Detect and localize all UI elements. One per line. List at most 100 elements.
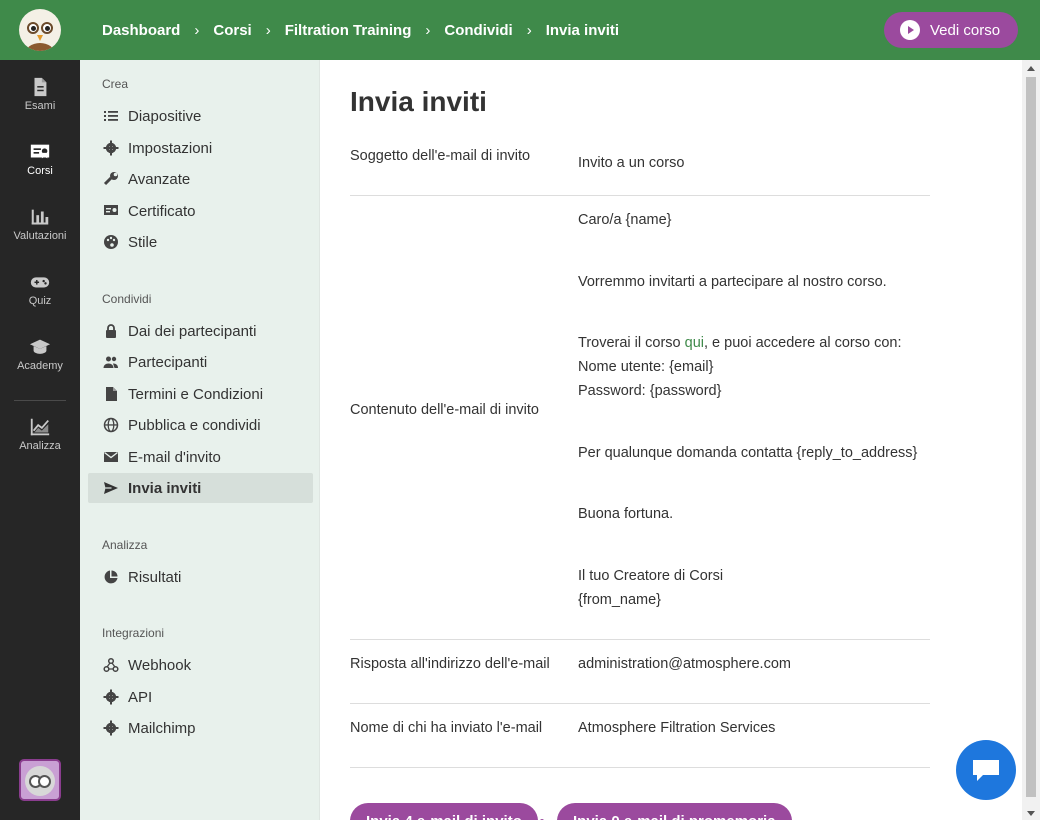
nav-label: E-mail d'invito xyxy=(128,448,221,466)
nav-label: Diapositive xyxy=(128,107,202,125)
nav-label: Risultati xyxy=(128,568,182,586)
owl-logo xyxy=(19,9,61,51)
section-title-crea: Crea xyxy=(102,77,129,91)
nav-item-invia-inviti[interactable]: Invia inviti xyxy=(88,473,313,503)
user-avatar[interactable] xyxy=(19,759,61,801)
chat-bubble-icon xyxy=(973,760,999,781)
certificate-icon xyxy=(104,205,118,215)
mail-icon xyxy=(104,451,118,462)
document-icon xyxy=(34,77,47,97)
breadcrumb: Dashboard › Corsi › Filtration Training … xyxy=(102,0,619,60)
nav-item-dai-partecipanti[interactable]: Dai dei partecipanti xyxy=(88,316,313,346)
nav-item-risultati[interactable]: Risultati xyxy=(88,562,313,592)
rail-item-academy[interactable]: Academy xyxy=(0,336,80,372)
bar-chart-icon xyxy=(31,209,49,225)
send-invites-button[interactable]: Invia 4 e-mail di invito xyxy=(350,803,538,820)
gear-icon xyxy=(103,720,119,736)
sender-value[interactable]: Atmosphere Filtration Services xyxy=(578,716,775,740)
section-title-integrazioni: Integrazioni xyxy=(102,626,165,640)
nav-item-partecipanti[interactable]: Partecipanti xyxy=(88,347,313,377)
divider xyxy=(350,639,930,640)
view-course-label: Vedi corso xyxy=(930,21,1001,39)
scrollbar-thumb[interactable] xyxy=(1026,77,1036,797)
rail-label: Analizza xyxy=(19,440,61,452)
main-content: Invia inviti Soggetto dell'e-mail di inv… xyxy=(320,60,1022,820)
scroll-down-arrow-icon[interactable] xyxy=(1027,811,1035,816)
gear-icon xyxy=(103,140,119,156)
content-questions: Per qualunque domanda contatta {reply_to… xyxy=(578,445,918,461)
divider xyxy=(350,767,930,768)
palette-icon xyxy=(104,235,118,249)
nav-label: Partecipanti xyxy=(128,353,208,371)
nav-item-certificato[interactable]: Certificato xyxy=(88,196,313,226)
subject-value[interactable]: Invito a un corso xyxy=(578,151,684,175)
content-find: Troverai il corso qui, e puoi accedere a… xyxy=(578,335,902,351)
content-greeting: Caro/a {name} xyxy=(578,212,672,228)
nav-label: Mailchimp xyxy=(128,719,196,737)
gamepad-icon xyxy=(30,277,50,288)
nav-item-stile[interactable]: Stile xyxy=(88,227,313,257)
top-bar: Dashboard › Corsi › Filtration Training … xyxy=(80,0,1040,60)
play-icon xyxy=(900,20,920,40)
scroll-up-arrow-icon[interactable] xyxy=(1027,66,1035,71)
logo-container[interactable] xyxy=(0,0,80,60)
chevron-right-icon: › xyxy=(526,21,532,39)
nav-item-webhook[interactable]: Webhook xyxy=(88,650,313,680)
rail-label: Esami xyxy=(24,100,56,112)
nav-item-email-invito[interactable]: E-mail d'invito xyxy=(88,442,313,472)
nav-label: Stile xyxy=(128,233,158,251)
rail-item-analizza[interactable]: Analizza xyxy=(0,416,80,452)
nav-item-termini[interactable]: Termini e Condizioni xyxy=(88,379,313,409)
rail-label: Corsi xyxy=(27,165,53,177)
people-icon xyxy=(103,356,118,368)
scrollbar[interactable] xyxy=(1022,60,1040,820)
nav-label: Dai dei partecipanti xyxy=(128,322,257,340)
chevron-right-icon: › xyxy=(425,21,431,39)
nav-item-api[interactable]: API xyxy=(88,682,313,712)
list-icon xyxy=(104,111,118,121)
breadcrumb-condividi[interactable]: Condividi xyxy=(444,22,512,39)
reply-value[interactable]: administration@atmosphere.com xyxy=(578,652,791,676)
file-icon xyxy=(106,387,117,401)
breadcrumb-course[interactable]: Filtration Training xyxy=(285,22,412,39)
rail-item-valutazioni[interactable]: Valutazioni xyxy=(0,206,80,242)
nav-label: Certificato xyxy=(128,202,196,220)
gear-icon xyxy=(103,689,119,705)
nav-item-diapositive[interactable]: Diapositive xyxy=(88,101,313,131)
graduation-cap-icon xyxy=(29,339,51,354)
sender-label: Nome di chi ha inviato l'e-mail xyxy=(350,720,543,736)
nav-item-mailchimp[interactable]: Mailchimp xyxy=(88,713,313,743)
lock-icon xyxy=(106,324,116,338)
pie-chart-icon xyxy=(104,570,118,584)
email-content[interactable]: Caro/a {name} Vorremmo invitarti a parte… xyxy=(578,208,917,612)
nav-item-pubblica[interactable]: Pubblica e condividi xyxy=(88,410,313,440)
subject-label: Soggetto dell'e-mail di invito xyxy=(350,148,531,164)
rail-label: Academy xyxy=(17,360,63,372)
page-title: Invia inviti xyxy=(350,86,487,117)
rail-item-quiz[interactable]: Quiz xyxy=(0,271,80,307)
line-chart-icon xyxy=(30,418,50,436)
course-link[interactable]: qui xyxy=(685,335,704,351)
section-title-analizza: Analizza xyxy=(102,538,148,552)
side-navigation: Crea Diapositive Impostazioni Avanzate C… xyxy=(80,60,320,820)
nav-item-impostazioni[interactable]: Impostazioni xyxy=(88,133,313,163)
view-course-button[interactable]: Vedi corso xyxy=(884,12,1018,48)
breadcrumb-current: Invia inviti xyxy=(545,21,620,39)
breadcrumb-dashboard[interactable]: Dashboard xyxy=(102,22,180,39)
rail-label: Valutazioni xyxy=(13,230,67,242)
breadcrumb-corsi[interactable]: Corsi xyxy=(213,22,251,39)
divider xyxy=(350,703,930,704)
rail-item-esami[interactable]: Esami xyxy=(0,76,80,112)
content-sign1: Il tuo Creatore di Corsi xyxy=(578,568,724,584)
content-sign2: {from_name} xyxy=(578,592,662,608)
wrench-icon xyxy=(103,172,118,186)
nav-label: Termini e Condizioni xyxy=(128,385,264,403)
chat-button[interactable] xyxy=(956,740,1016,800)
nav-label: Avanzate xyxy=(128,170,191,188)
nav-item-avanzate[interactable]: Avanzate xyxy=(88,164,313,194)
send-reminders-button[interactable]: Invia 0 e-mail di promemoria xyxy=(557,803,792,820)
send-icon xyxy=(104,482,118,494)
section-title-condividi: Condividi xyxy=(102,292,152,306)
globe-icon xyxy=(103,417,119,433)
rail-item-corsi[interactable]: Corsi xyxy=(0,141,80,177)
